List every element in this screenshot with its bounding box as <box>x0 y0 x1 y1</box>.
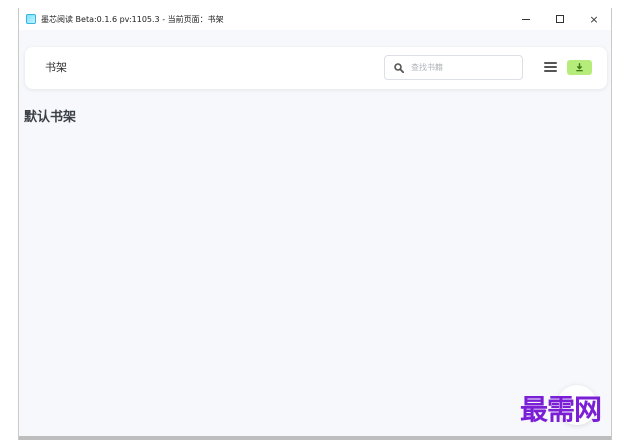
watermark-logo: 最需网 <box>520 393 602 426</box>
window-title: 墨芯阅读 Beta:0.1.6 pv:1105.3 - 当前页面：书架 <box>41 14 224 24</box>
maximize-icon <box>556 15 564 23</box>
minimize-button[interactable] <box>509 8 543 30</box>
minimize-icon <box>522 18 530 20</box>
top-navbar: 书架 <box>25 47 607 89</box>
app-window: 墨芯阅读 Beta:0.1.6 pv:1105.3 - 当前页面：书架 × 书架 <box>18 8 612 440</box>
search-icon <box>391 60 407 76</box>
nav-title[interactable]: 书架 <box>45 47 67 89</box>
bookshelf-section-title: 默认书架 <box>24 110 77 125</box>
download-icon <box>576 63 583 72</box>
search-box[interactable] <box>384 55 523 80</box>
window-controls: × <box>509 8 611 30</box>
search-input[interactable] <box>411 63 511 72</box>
app-icon <box>26 14 36 24</box>
download-button[interactable] <box>567 60 592 75</box>
title-bar: 墨芯阅读 Beta:0.1.6 pv:1105.3 - 当前页面：书架 × <box>19 8 611 30</box>
menu-icon[interactable] <box>544 61 557 73</box>
horizontal-scrollbar[interactable] <box>19 436 611 440</box>
close-icon: × <box>589 12 599 26</box>
maximize-button[interactable] <box>543 8 577 30</box>
close-button[interactable]: × <box>577 8 611 30</box>
